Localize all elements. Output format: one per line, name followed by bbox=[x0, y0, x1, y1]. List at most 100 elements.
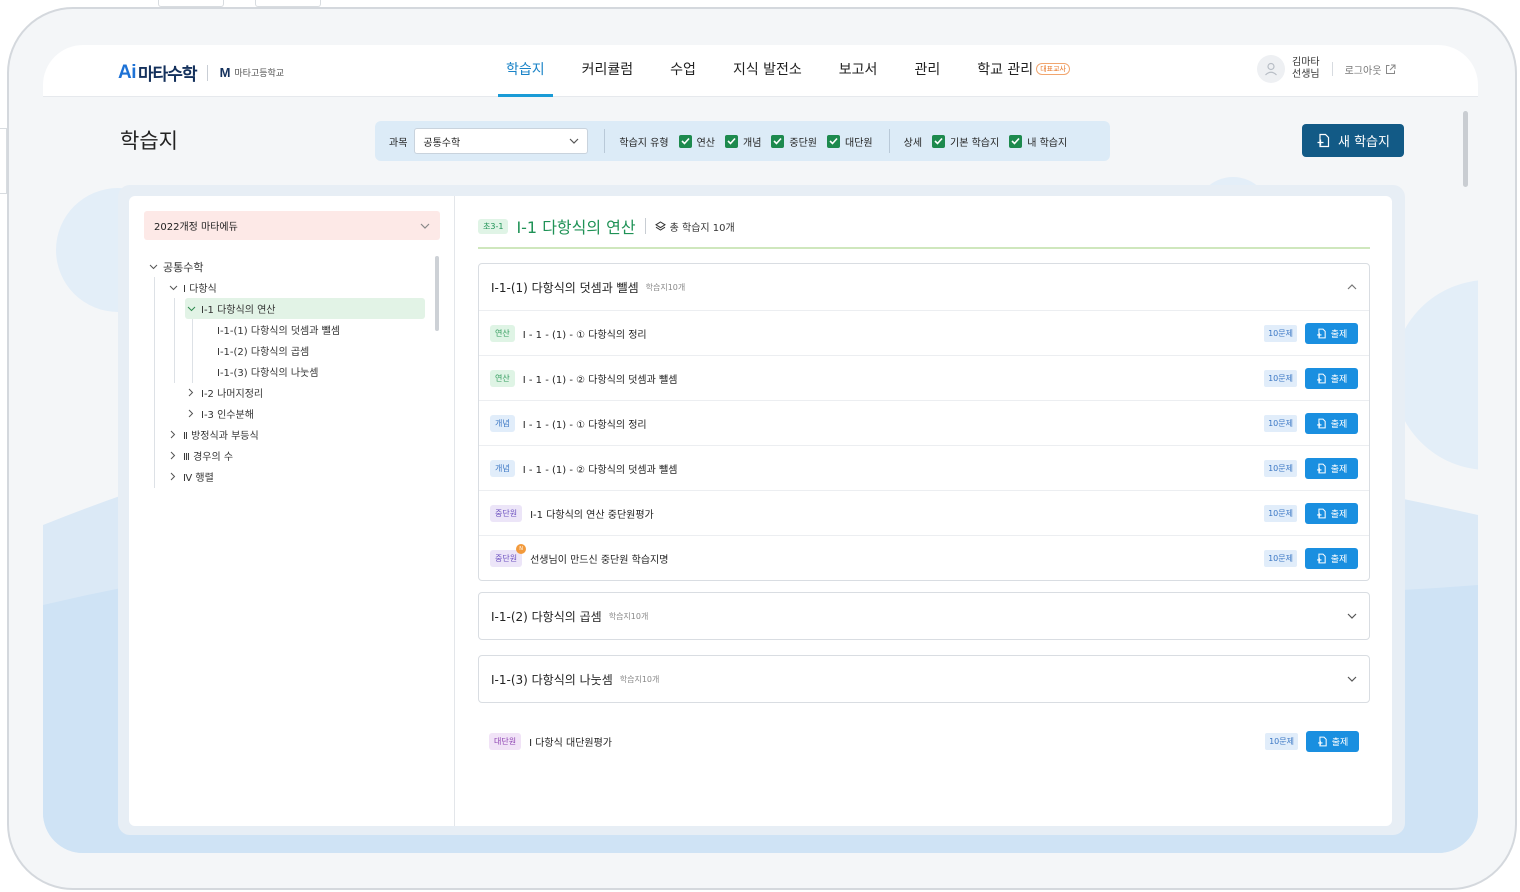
checkbox-label: 대단원 bbox=[845, 137, 873, 149]
unit-total-label: 총 학습지 10개 bbox=[669, 222, 735, 234]
list-item: 연산 Ⅰ - 1 - (1) - ② 다항식의 덧셈과 뺄셈 10문제 출제 bbox=[479, 355, 1369, 400]
tree-node-multiplication[interactable]: Ⅰ-1-(2) 다항식의 곱셈 bbox=[217, 340, 309, 361]
device-top-notch-right bbox=[255, 0, 321, 7]
tree-node-counting[interactable]: Ⅲ 경우의 수 bbox=[167, 445, 233, 466]
section-header[interactable]: Ⅰ-1-(2) 다항식의 곱셈 학습지10개 bbox=[479, 593, 1369, 639]
filter-divider bbox=[604, 129, 606, 153]
type-label: 학습지 유형 bbox=[619, 137, 669, 149]
nav-curriculum[interactable]: 커리큘럼 bbox=[574, 45, 642, 97]
chevron-down-icon bbox=[1347, 676, 1357, 682]
list-item: 개념 Ⅰ - 1 - (1) - ① 다항식의 정리 10문제 출제 bbox=[479, 400, 1369, 445]
list-item: 중단원 N 선생님이 만드신 중단원 학습지명 10문제 출제 bbox=[479, 535, 1369, 580]
issue-button[interactable]: 출제 bbox=[1305, 457, 1358, 479]
type-checkbox-big-unit[interactable]: 대단원 bbox=[827, 134, 873, 149]
tree-node-add-subtract[interactable]: Ⅰ-1-(1) 다항식의 덧셈과 뺄셈 bbox=[217, 319, 340, 340]
list-item: 중단원 Ⅰ-1 다항식의 연산 중단원평가 10문제 출제 bbox=[479, 490, 1369, 535]
tree-node-factorization[interactable]: Ⅰ-3 인수분해 bbox=[185, 403, 254, 424]
worksheet-title[interactable]: Ⅰ 다항식 대단원평가 bbox=[529, 734, 1265, 749]
issue-button-label: 출제 bbox=[1330, 329, 1348, 340]
nav-reports[interactable]: 보고서 bbox=[831, 45, 886, 97]
tree-node-matrix[interactable]: Ⅳ 행렬 bbox=[167, 466, 214, 487]
question-count: 10문제 bbox=[1264, 504, 1297, 522]
nav-label: 학교 관리 bbox=[977, 62, 1034, 78]
issue-button-label: 출제 bbox=[1330, 419, 1348, 430]
issue-button-label: 출제 bbox=[1331, 737, 1349, 748]
type-checkbox-mid-unit[interactable]: 중단원 bbox=[771, 134, 817, 149]
chevron-right-icon bbox=[167, 430, 179, 439]
user-name-line1: 김마타 bbox=[1292, 57, 1320, 68]
issue-button[interactable]: 출제 bbox=[1305, 547, 1358, 569]
list-item: 개념 Ⅰ - 1 - (1) - ② 다항식의 덧셈과 뺄셈 10문제 출제 bbox=[479, 445, 1369, 490]
worksheet-title[interactable]: Ⅰ - 1 - (1) - ① 다항식의 정리 bbox=[523, 416, 1264, 431]
worksheet-title[interactable]: Ⅰ-1 다항식의 연산 중단원평가 bbox=[530, 506, 1264, 521]
tree-node-polynomial-operations[interactable]: Ⅰ-1 다항식의 연산 bbox=[185, 298, 425, 319]
issue-button[interactable]: 출제 bbox=[1305, 502, 1358, 524]
section-division: Ⅰ-1-(3) 다항식의 나눗셈 학습지10개 bbox=[478, 655, 1370, 703]
subject-select[interactable]: 공통수학 bbox=[414, 128, 589, 154]
issue-button[interactable]: 출제 bbox=[1305, 367, 1358, 389]
new-document-icon bbox=[1316, 508, 1326, 518]
list-item: 연산 Ⅰ - 1 - (1) - ① 다항식의 정리 10문제 출제 bbox=[479, 310, 1369, 355]
nav-label: 수업 bbox=[670, 62, 696, 78]
tree-node-polynomial[interactable]: Ⅰ 다항식 bbox=[167, 277, 217, 298]
tree-node-label: Ⅰ-2 나머지정리 bbox=[201, 389, 264, 400]
logo-ai-mark: Ai bbox=[118, 61, 137, 83]
checkbox-label: 연산 bbox=[696, 137, 715, 149]
tree-node-common-math[interactable]: 공통수학 bbox=[147, 256, 203, 277]
tree-node-equations[interactable]: Ⅱ 방정식과 부등식 bbox=[167, 424, 259, 445]
new-document-icon bbox=[1316, 553, 1326, 563]
logout-link[interactable]: 로그아웃 bbox=[1345, 62, 1397, 77]
content-panel: 2022개정 마타에듀 공통수학 Ⅰ 다항식 Ⅰ-1 다항식의 연산 Ⅰ-1-(… bbox=[129, 196, 1392, 826]
worksheet-title[interactable]: Ⅰ - 1 - (1) - ① 다항식의 정리 bbox=[523, 326, 1264, 341]
sidebar-scrollbar[interactable] bbox=[435, 256, 439, 331]
user-name-line2: 선생님 bbox=[1292, 69, 1320, 80]
type-tag: 중단원 bbox=[490, 504, 523, 522]
nav-management[interactable]: 관리 bbox=[906, 45, 948, 97]
external-link-icon bbox=[1386, 64, 1396, 74]
tree-node-division[interactable]: Ⅰ-1-(3) 다항식의 나눗셈 bbox=[217, 361, 318, 382]
nav-label: 보고서 bbox=[838, 62, 878, 78]
type-tag: 개념 bbox=[490, 459, 515, 477]
new-document-icon bbox=[1316, 463, 1326, 473]
chevron-right-icon bbox=[167, 472, 179, 481]
issue-button[interactable]: 출제 bbox=[1305, 412, 1358, 434]
new-document-icon bbox=[1316, 373, 1326, 383]
tree-node-label: Ⅱ 방정식과 부등식 bbox=[183, 431, 259, 442]
page-scrollbar[interactable] bbox=[1463, 111, 1468, 187]
unit-title: Ⅰ-1 다항식의 연산 bbox=[516, 218, 636, 237]
section-header[interactable]: Ⅰ-1-(3) 다항식의 나눗셈 학습지10개 bbox=[479, 656, 1369, 702]
new-worksheet-button[interactable]: 새 학습지 bbox=[1302, 124, 1404, 157]
logo-name: 마타수학 bbox=[138, 65, 198, 85]
top-navigation-bar: Ai 마타수학 M 마타고등학교 학습지 커리큘럼 수업 지식 발전소 보고서 … bbox=[43, 45, 1478, 97]
detail-checkbox-mine[interactable]: 내 학습지 bbox=[1009, 134, 1067, 149]
issue-button[interactable]: 출제 bbox=[1305, 322, 1358, 344]
filter-bar: 과목 공통수학 학습지 유형 연산 개념 중단원 대단원 상세 기본 학습지 내… bbox=[375, 121, 1110, 161]
subject-label: 과목 bbox=[389, 137, 408, 149]
worksheet-title[interactable]: Ⅰ - 1 - (1) - ② 다항식의 덧셈과 뺄셈 bbox=[523, 461, 1264, 476]
type-checkbox-concept[interactable]: 개념 bbox=[725, 134, 761, 149]
brand-logo[interactable]: Ai 마타수학 M 마타고등학교 bbox=[118, 60, 284, 86]
tree-node-label: Ⅰ 다항식 bbox=[183, 284, 217, 295]
user-name: 김마타 선생님 bbox=[1292, 57, 1320, 81]
nav-knowledge-plant[interactable]: 지식 발전소 bbox=[725, 45, 810, 97]
nav-worksheet[interactable]: 학습지 bbox=[498, 45, 553, 97]
worksheet-title[interactable]: Ⅰ - 1 - (1) - ② 다항식의 덧셈과 뺄셈 bbox=[523, 371, 1264, 386]
nav-class[interactable]: 수업 bbox=[662, 45, 704, 97]
section-count: 학습지10개 bbox=[619, 674, 660, 684]
worksheet-title[interactable]: 선생님이 만드신 중단원 학습지명 bbox=[530, 551, 1264, 566]
unit-total: 총 학습지 10개 bbox=[654, 219, 735, 234]
section-header[interactable]: Ⅰ-1-(1) 다항식의 덧셈과 뺄셈 학습지10개 bbox=[479, 264, 1369, 310]
detail-checkbox-basic[interactable]: 기본 학습지 bbox=[932, 134, 999, 149]
checkbox-label: 내 학습지 bbox=[1027, 137, 1068, 149]
tree-node-remainder-theorem[interactable]: Ⅰ-2 나머지정리 bbox=[185, 382, 263, 403]
avatar[interactable] bbox=[1257, 55, 1285, 83]
nav-school-management[interactable]: 학교 관리 대표교사 bbox=[969, 45, 1078, 97]
unit-divider bbox=[644, 218, 646, 234]
app-screen: Ai 마타수학 M 마타고등학교 학습지 커리큘럼 수업 지식 발전소 보고서 … bbox=[43, 45, 1478, 853]
checkbox-checked-icon bbox=[725, 134, 738, 148]
issue-button[interactable]: 출제 bbox=[1306, 730, 1359, 752]
type-checkbox-operation[interactable]: 연산 bbox=[678, 134, 715, 149]
type-tag: 개념 bbox=[490, 414, 515, 432]
nav-label: 커리큘럼 bbox=[581, 62, 634, 78]
curriculum-select[interactable]: 2022개정 마타에듀 bbox=[144, 211, 440, 240]
